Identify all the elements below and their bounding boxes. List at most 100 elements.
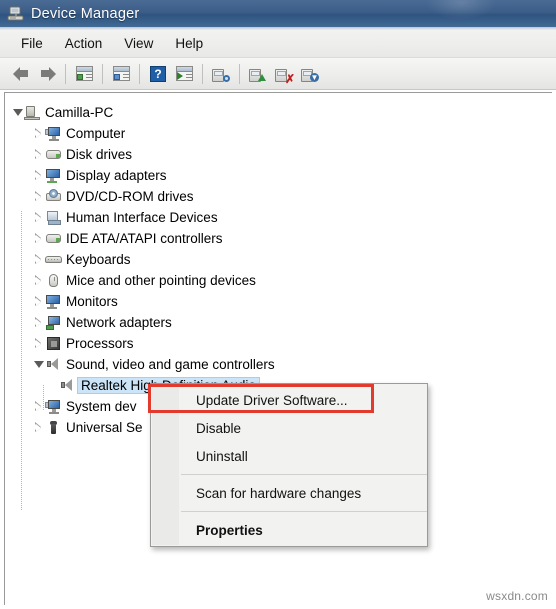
forward-icon (39, 66, 56, 81)
ide-controller-icon (45, 231, 62, 246)
tree-row-label: Monitors (66, 294, 118, 309)
toolbar-view-button[interactable] (171, 62, 197, 86)
expand-collapse-icon[interactable] (33, 275, 44, 286)
show-hide-console-tree-icon (75, 66, 93, 81)
toolbar-separator (65, 63, 66, 84)
tree-row-human-interface-devices[interactable]: Human Interface Devices (5, 207, 552, 228)
window-title-bar: Device Manager (0, 0, 556, 27)
toolbar-properties-button[interactable] (108, 62, 134, 86)
tree-row-monitors[interactable]: Monitors (5, 291, 552, 312)
tree-row-keyboards[interactable]: Keyboards (5, 249, 552, 270)
expand-collapse-icon[interactable] (33, 359, 44, 370)
expand-collapse-icon[interactable] (33, 191, 44, 202)
expand-collapse-icon[interactable] (33, 401, 44, 412)
context-menu-item-scan-for-hardware-changes[interactable]: Scan for hardware changes (151, 479, 427, 507)
tree-row-label: System dev (66, 399, 137, 414)
context-menu-item-uninstall[interactable]: Uninstall (151, 442, 427, 470)
tree-row-label: Human Interface Devices (66, 210, 218, 225)
tree-row-label: Sound, video and game controllers (66, 357, 275, 372)
tree-row-computer[interactable]: Computer (5, 123, 552, 144)
tree-row-sound-controllers[interactable]: Sound, video and game controllers (5, 354, 552, 375)
monitor-icon (45, 294, 62, 309)
expand-collapse-icon[interactable] (33, 170, 44, 181)
keyboard-icon (45, 252, 62, 267)
computer-icon (45, 126, 62, 141)
toolbar-disable-device-button[interactable]: ✗ (271, 62, 297, 86)
tree-row-root[interactable]: Camilla-PC (5, 102, 552, 123)
tree-row-disk-drives[interactable]: Disk drives (5, 144, 552, 165)
tree-row-display-adapters[interactable]: Display adapters (5, 165, 552, 186)
usb-controller-icon (45, 420, 62, 435)
scan-for-hardware-changes-icon (212, 66, 230, 82)
toolbar-separator (239, 63, 240, 84)
toolbar-help-button[interactable]: ? (145, 62, 171, 86)
uninstall-device-icon: ▼ (301, 66, 319, 82)
help-icon: ? (150, 65, 166, 82)
toolbar-separator (102, 63, 103, 84)
context-menu-item-properties[interactable]: Properties (151, 516, 427, 544)
menu-help[interactable]: Help (164, 33, 214, 54)
tree-row-network-adapters[interactable]: Network adapters (5, 312, 552, 333)
tree-row-label: Universal Se (66, 420, 143, 435)
network-adapter-icon (45, 315, 62, 330)
toolbar: ? ✗ ▼ (0, 58, 556, 90)
menu-action[interactable]: Action (54, 33, 114, 54)
context-menu-item-disable[interactable]: Disable (151, 414, 427, 442)
update-driver-software-icon (249, 66, 267, 82)
expand-collapse-icon[interactable] (33, 422, 44, 433)
tree-row-label: Network adapters (66, 315, 172, 330)
expand-collapse-icon[interactable] (33, 338, 44, 349)
toolbar-separator (202, 63, 203, 84)
toolbar-back-button[interactable] (8, 62, 34, 86)
processor-icon (45, 336, 62, 351)
context-menu[interactable]: Update Driver Software... Disable Uninst… (150, 383, 428, 547)
expand-collapse-icon[interactable] (33, 212, 44, 223)
menu-bar: File Action View Help (0, 30, 556, 58)
expand-collapse-icon[interactable] (33, 149, 44, 160)
expand-collapse-icon[interactable] (33, 296, 44, 307)
context-menu-separator (181, 511, 427, 512)
expand-collapse-icon[interactable] (33, 128, 44, 139)
toolbar-uninstall-device-button[interactable]: ▼ (297, 62, 323, 86)
tree-row-label: Mice and other pointing devices (66, 273, 256, 288)
hid-icon (45, 210, 62, 225)
disable-device-icon: ✗ (275, 66, 295, 85)
watermark: wsxdn.com (486, 589, 548, 603)
expand-collapse-icon[interactable] (33, 317, 44, 328)
tree-row-label: Computer (66, 126, 126, 141)
tree-row-label: DVD/CD-ROM drives (66, 189, 194, 204)
toolbar-scan-hardware-button[interactable] (208, 62, 234, 86)
tree-row-processors[interactable]: Processors (5, 333, 552, 354)
display-adapter-icon (45, 168, 62, 183)
tree-row-label: Camilla-PC (45, 105, 114, 120)
tree-row-label: Disk drives (66, 147, 133, 162)
dvd-drive-icon (45, 189, 62, 204)
disk-drive-icon (45, 147, 62, 162)
context-menu-separator (181, 474, 427, 475)
toolbar-console-tree-button[interactable] (71, 62, 97, 86)
expand-collapse-icon[interactable] (33, 254, 44, 265)
sound-controller-icon (45, 357, 62, 372)
context-menu-item-update-driver-software[interactable]: Update Driver Software... (151, 386, 427, 414)
view-icon (175, 66, 193, 81)
tree-row-ide-controllers[interactable]: IDE ATA/ATAPI controllers (5, 228, 552, 249)
tree-row-label: IDE ATA/ATAPI controllers (66, 231, 223, 246)
expand-collapse-icon[interactable] (12, 107, 23, 118)
back-icon (12, 66, 30, 81)
audio-device-icon (59, 378, 76, 393)
toolbar-update-driver-button[interactable] (245, 62, 271, 86)
tree-row-dvd-drives[interactable]: DVD/CD-ROM drives (5, 186, 552, 207)
properties-icon (112, 66, 130, 81)
expand-collapse-icon[interactable] (33, 233, 44, 244)
menu-view[interactable]: View (113, 33, 164, 54)
toolbar-forward-button[interactable] (34, 62, 60, 86)
device-manager-icon (7, 6, 25, 22)
tree-row-label: Display adapters (66, 168, 167, 183)
window-title: Device Manager (31, 5, 140, 22)
toolbar-separator (139, 63, 140, 84)
computer-root-icon (24, 105, 41, 120)
system-device-icon (45, 399, 62, 414)
tree-row-mice[interactable]: Mice and other pointing devices (5, 270, 552, 291)
menu-file[interactable]: File (10, 33, 54, 54)
tree-row-label: Keyboards (66, 252, 131, 267)
